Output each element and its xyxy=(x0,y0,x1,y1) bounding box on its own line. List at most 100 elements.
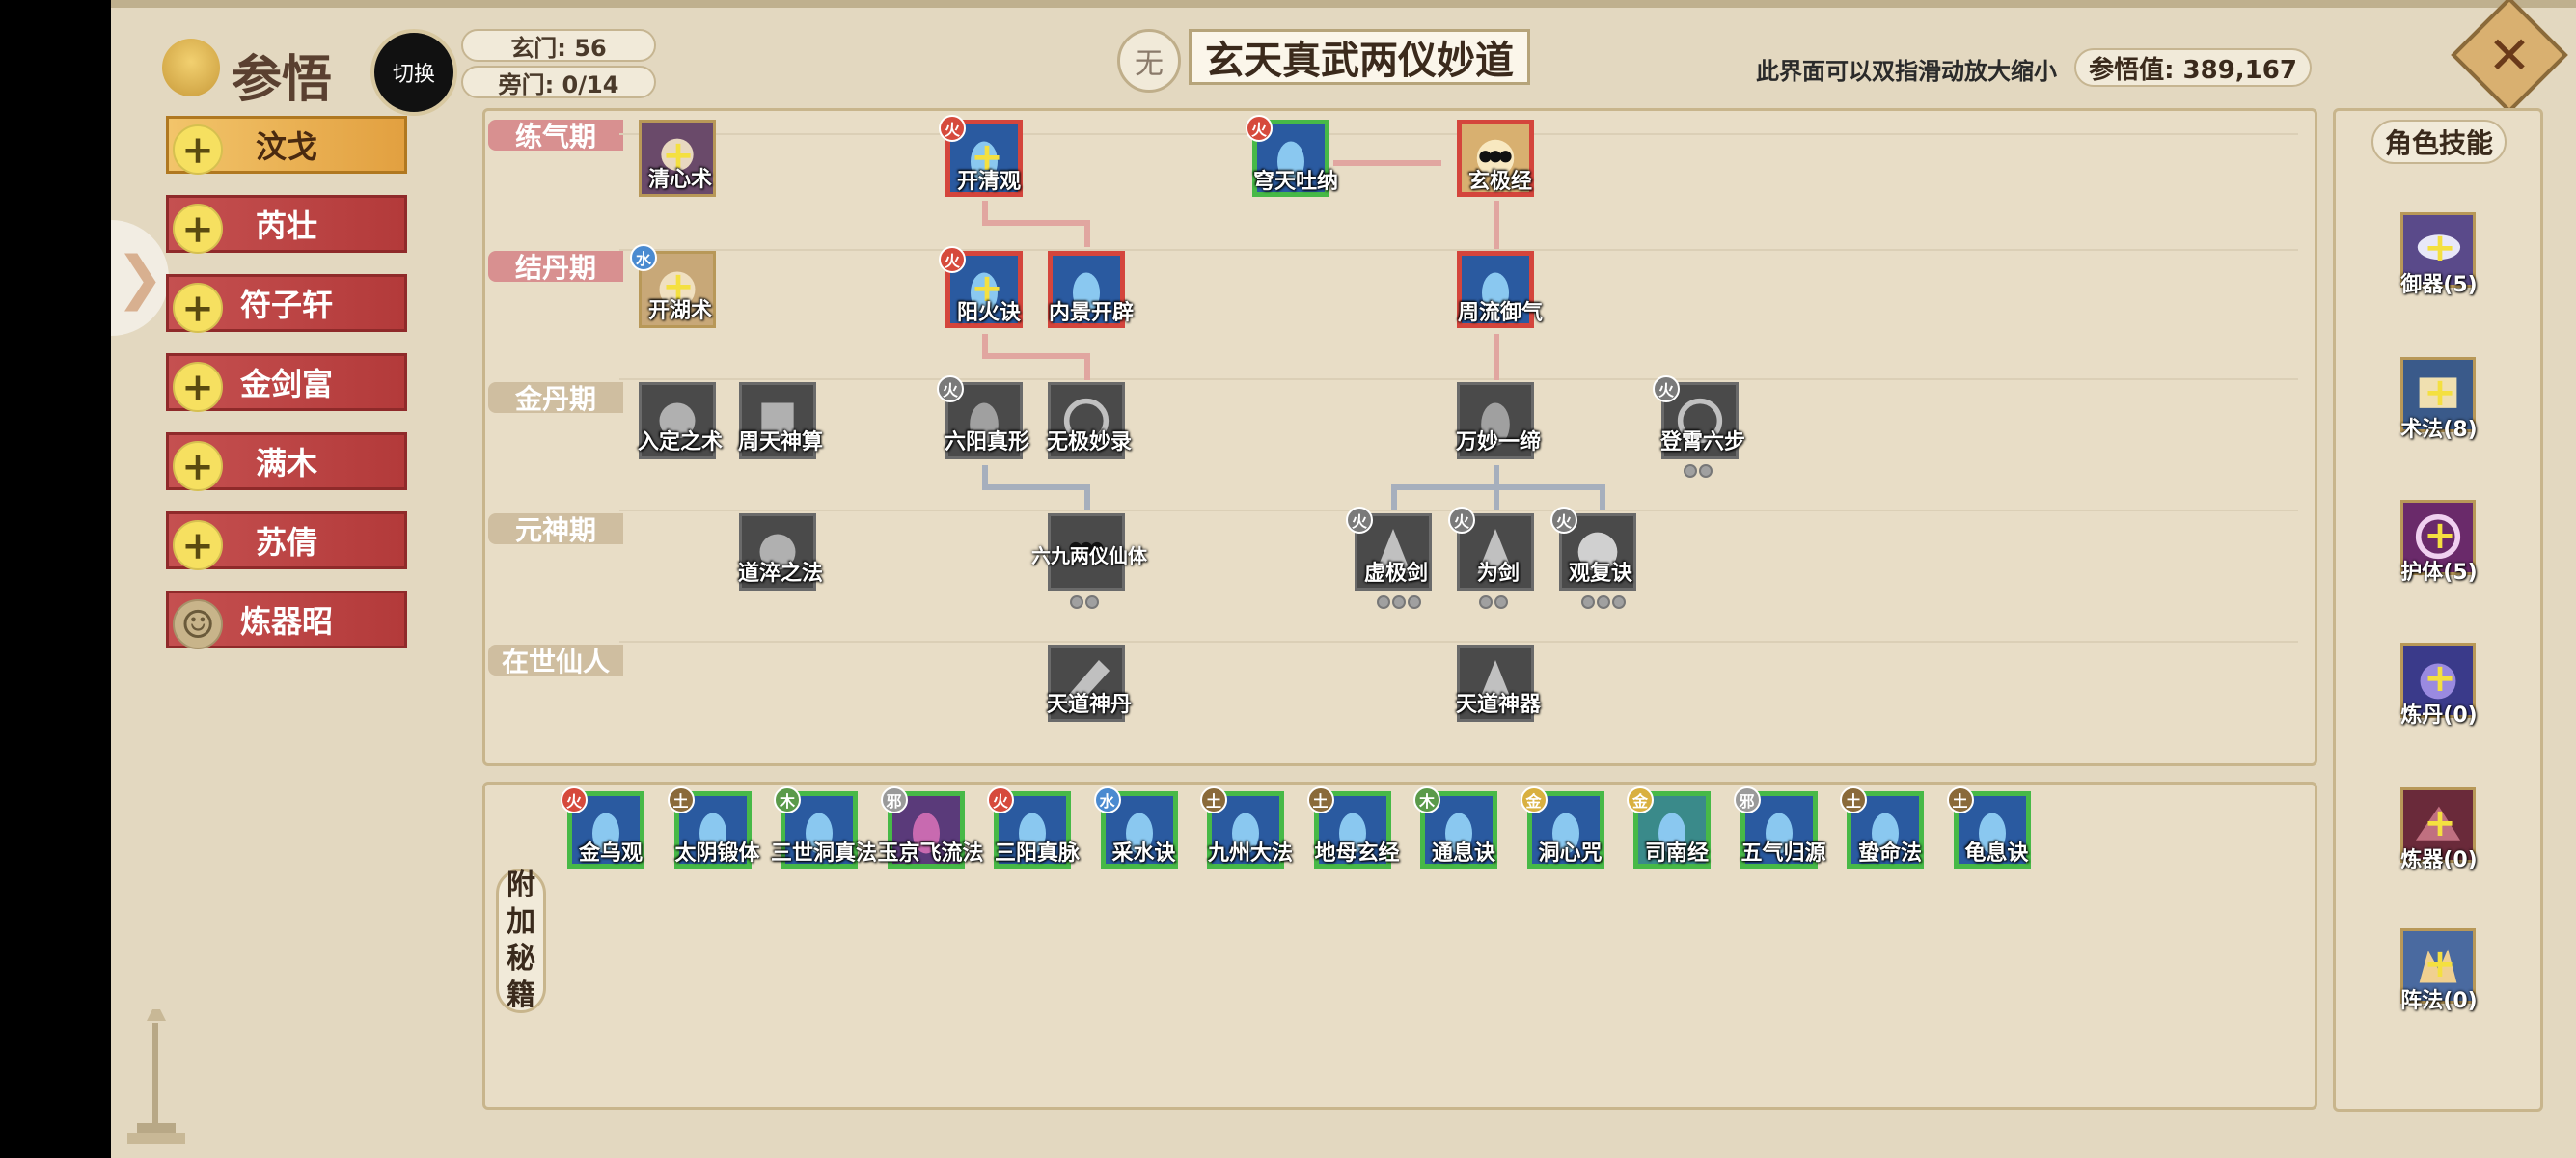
skill-category-lianqi[interactable]: + 炼器(0) xyxy=(2400,787,2478,872)
stage-divider xyxy=(619,378,2298,380)
enlightenment-icon xyxy=(162,39,220,96)
skill-node-yanghuojue[interactable]: 火 + 阳火诀 xyxy=(939,246,1023,328)
metal-element-icon: 金 xyxy=(1520,786,1548,813)
sidebar-item-ruizhuang[interactable]: + 芮壮 xyxy=(166,195,407,254)
plus-icon: + xyxy=(2424,656,2456,701)
sidebar-item-suqian[interactable]: + 苏倩 xyxy=(166,511,407,570)
sidebar-item-label: 金剑富 xyxy=(239,366,333,402)
appendix-skill-node[interactable]: 水采水诀 xyxy=(1093,786,1178,868)
tree-link xyxy=(1600,484,1605,510)
plus-icon: + xyxy=(2424,942,2456,986)
sidebar-item-lianqizhao[interactable]: ☺ 炼器昭 xyxy=(166,591,407,649)
skill-node-xujijian[interactable]: 火 虚极剑 xyxy=(1346,507,1432,609)
appendix-skill-node[interactable]: 土蛰命法 xyxy=(1840,786,1924,868)
skill-node-zhoutianshensuan[interactable]: 周天神算 xyxy=(738,382,823,459)
appendix-skill-node[interactable]: 土龟息诀 xyxy=(1946,786,2031,868)
skill-category-huti[interactable]: + 护体(5) xyxy=(2400,500,2478,585)
skill-node-xuanjijing[interactable]: 玄极经 xyxy=(1457,120,1534,197)
skill-category-liandan[interactable]: + 炼丹(0) xyxy=(2400,643,2478,728)
plus-icon: + xyxy=(2424,371,2456,415)
stage-divider xyxy=(619,641,2298,643)
plus-icon: + xyxy=(2424,226,2456,270)
appendix-skill-node[interactable]: 邪五气归源 xyxy=(1733,786,1826,868)
stage-label-jiedan: 结丹期 xyxy=(488,251,623,284)
plus-icon: + xyxy=(2424,801,2456,845)
sidebar-item-manmu[interactable]: + 满木 xyxy=(166,432,407,491)
sidebar-item-label: 芮壮 xyxy=(255,207,317,244)
appendix-skill-node[interactable]: 金洞心咒 xyxy=(1520,786,1604,868)
skill-label: 登霄六步 xyxy=(1659,430,1745,455)
level-dots xyxy=(1377,595,1435,611)
close-icon: ✕ xyxy=(2487,24,2532,86)
skill-node-guanfujue[interactable]: 火 观复诀 xyxy=(1550,507,1636,609)
appendix-skill-node[interactable]: 木通息诀 xyxy=(1413,786,1497,868)
skill-node-tiandaoshendan[interactable]: 天道神丹 xyxy=(1047,645,1132,722)
plus-icon: + xyxy=(173,283,223,333)
skill-node-liujiuliangyixianti[interactable]: 六九两仪仙体 xyxy=(1031,513,1147,609)
fire-element-icon: 火 xyxy=(939,115,966,142)
skill-node-zhouliuyuqi[interactable]: 周流御气 xyxy=(1457,251,1543,328)
skill-label: 万妙一缔 xyxy=(1455,430,1541,455)
level-dots xyxy=(1479,595,1537,611)
skill-node-kaihushu[interactable]: 水 + 开湖术 xyxy=(630,244,716,328)
skill-category-label: 术法(8) xyxy=(2400,418,2478,442)
tree-title: 玄天真武两仪妙道 xyxy=(1189,29,1530,85)
fire-element-icon: 火 xyxy=(1550,507,1577,534)
water-element-icon: 水 xyxy=(1093,786,1121,813)
tree-link xyxy=(1391,484,1397,510)
skill-category-shufa[interactable]: + 术法(8) xyxy=(2400,357,2478,442)
skill-node-wanmiaoyidi[interactable]: 万妙一缔 xyxy=(1456,382,1541,459)
skill-node-rudingzhishu[interactable]: 入定之术 xyxy=(638,382,723,459)
earth-element-icon: 土 xyxy=(1946,786,1974,813)
plus-icon: + xyxy=(173,204,223,254)
sidebar-item-jinjianfu[interactable]: + 金剑富 xyxy=(166,353,407,412)
skill-node-wujimiaolu[interactable]: 无极妙录 xyxy=(1047,382,1132,459)
skill-node-qingxinshu[interactable]: + 清心术 xyxy=(639,120,716,197)
skill-node-kaiqingguan[interactable]: 火 + 开清观 xyxy=(939,115,1023,197)
skill-node-dengxiaoliubu[interactable]: 火 登霄六步 xyxy=(1653,375,1745,478)
skill-category-label: 炼丹(0) xyxy=(2400,703,2478,728)
xuanmen-counter: 玄门: 56 xyxy=(461,29,656,62)
top-border xyxy=(111,0,2576,8)
switch-yinyang-button[interactable]: 切换 xyxy=(370,29,457,116)
character-avatar: ☺ xyxy=(173,599,223,649)
tree-link xyxy=(1494,484,1499,510)
skill-label: 天道神丹 xyxy=(1046,693,1132,717)
appendix-skill-node[interactable]: 木三世洞真法 xyxy=(771,786,877,868)
appendix-skill-node[interactable]: 邪玉京飞流法 xyxy=(877,786,984,868)
tree-link xyxy=(982,220,1088,226)
appendix-skill-node[interactable]: 金司南经 xyxy=(1627,786,1711,868)
tree-link xyxy=(982,353,1088,359)
fire-element-icon: 火 xyxy=(1346,507,1373,534)
skill-node-daocuizhifa[interactable]: 道淬之法 xyxy=(738,513,823,591)
appendix-skill-node[interactable]: 火三阳真脉 xyxy=(987,786,1080,868)
sidebar-item-label: 炼器昭 xyxy=(239,603,333,640)
appendix-panel[interactable] xyxy=(482,782,2317,1110)
appendix-title: 附 加 秘 籍 xyxy=(496,868,546,1013)
skill-node-liuyangzhenxing[interactable]: 火 六阳真形 xyxy=(937,375,1029,459)
page-title: 参悟 xyxy=(232,50,333,109)
tree-link xyxy=(1494,334,1499,380)
skill-label: 清心术 xyxy=(647,168,712,192)
level-dots xyxy=(1581,595,1639,611)
appendix-skill-node[interactable]: 火金乌观 xyxy=(561,786,644,868)
skill-node-tiandaoshenqi[interactable]: 天道神器 xyxy=(1456,645,1541,722)
skill-label: 开清观 xyxy=(956,170,1021,194)
skill-node-neijingkaipi[interactable]: 内景开辟 xyxy=(1048,251,1134,328)
sidebar-item-fuzixuan[interactable]: + 符子轩 xyxy=(166,274,407,333)
element-none-badge[interactable]: 无 xyxy=(1117,29,1181,93)
skill-category-yuqi[interactable]: + 御器(5) xyxy=(2400,212,2478,297)
appendix-skill-node[interactable]: 土太阴锻体 xyxy=(667,786,760,868)
skill-label: 周流御气 xyxy=(1457,301,1543,325)
sidebar-item-wenge[interactable]: + 汶戈 xyxy=(166,116,407,175)
skill-category-zhenfa[interactable]: + 阵法(0) xyxy=(2400,928,2478,1013)
tree-link xyxy=(1084,353,1090,380)
earth-element-icon: 土 xyxy=(1840,786,1867,813)
appendix-skill-node[interactable]: 土地母玄经 xyxy=(1306,786,1400,868)
appendix-skill-node[interactable]: 土九州大法 xyxy=(1200,786,1293,868)
skill-node-qiongtiantuna[interactable]: 火 穹天吐纳 xyxy=(1246,115,1338,197)
skill-node-weijian[interactable]: 火 为剑 xyxy=(1448,507,1534,609)
skill-label: 无极妙录 xyxy=(1046,430,1132,455)
tree-link xyxy=(982,201,988,222)
skill-label: 开湖术 xyxy=(647,299,712,323)
